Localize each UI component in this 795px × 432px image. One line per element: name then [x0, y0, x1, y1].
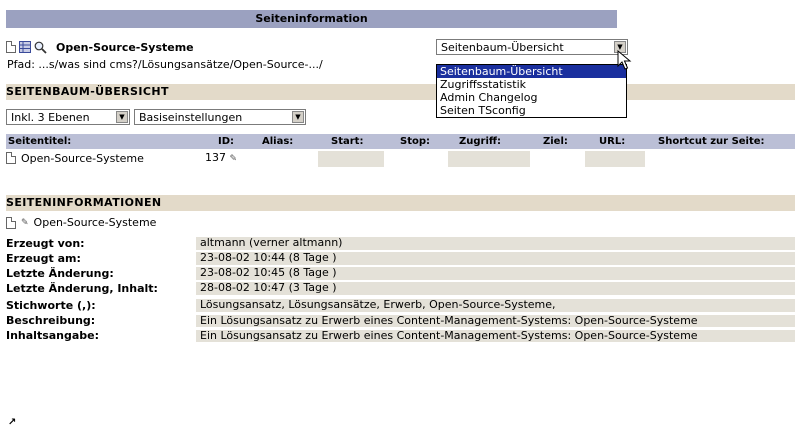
- info-section-heading-label: SEITENINFORMATIONEN: [6, 196, 162, 209]
- info-row: Erzeugt am: 23-08-02 10:44 (8 Tage ): [6, 252, 795, 265]
- info-value: altmann (verner altmann): [196, 237, 795, 250]
- breadcrumb-path: Pfad: ...s/was sind cms?/Lösungsansätze/…: [7, 58, 323, 71]
- chevron-down-icon[interactable]: ▼: [116, 111, 128, 123]
- info-table: Erzeugt von: altmann (verner altmann) Er…: [6, 237, 795, 344]
- info-page-title-row: ✎ Open-Source-Systeme: [6, 216, 156, 229]
- table-icon[interactable]: [19, 41, 31, 53]
- open-new-window-icon[interactable]: ↗: [8, 417, 16, 428]
- page-icon[interactable]: [6, 41, 16, 53]
- info-value: Ein Lösungsansatz zu Erwerb eines Conten…: [196, 329, 795, 342]
- col-start[interactable]: Start:: [331, 134, 363, 149]
- tree-column-header: Seitentitel: ID: Alias: Start: Stop: Zug…: [6, 134, 795, 149]
- page-title-row: Open-Source-Systeme: [6, 39, 194, 55]
- col-alias[interactable]: Alias:: [262, 134, 293, 149]
- zugriff-cell: [448, 151, 530, 167]
- page-title: Open-Source-Systeme: [56, 40, 194, 54]
- info-page-title: Open-Source-Systeme: [33, 216, 157, 229]
- tree-row-id-value: 137: [205, 151, 226, 164]
- start-cell: [318, 151, 384, 167]
- info-row: Beschreibung: Ein Lösungsansatz zu Erwer…: [6, 314, 795, 327]
- depth-select-value: Inkl. 3 Ebenen: [11, 110, 90, 124]
- info-key: Erzeugt am:: [6, 252, 81, 265]
- info-value: Lösungsansatz, Lösungsansätze, Erwerb, O…: [196, 299, 795, 312]
- col-zugriff[interactable]: Zugriff:: [459, 134, 501, 149]
- tree-section-heading: SEITENBAUM-ÜBERSICHT: [6, 84, 795, 100]
- info-key: Beschreibung:: [6, 314, 96, 327]
- info-row: Inhaltsangabe: Ein Lösungsansatz zu Erwe…: [6, 329, 795, 342]
- view-select[interactable]: Seitenbaum-Übersicht ▼: [436, 39, 628, 55]
- info-key: Inhaltsangabe:: [6, 329, 100, 342]
- col-stop[interactable]: Stop:: [400, 134, 430, 149]
- info-row: Letzte Änderung, Inhalt: 28-08-02 10:47 …: [6, 282, 795, 295]
- tree-row-id: 137 ✎: [205, 151, 237, 165]
- chevron-down-icon[interactable]: ▼: [292, 111, 304, 123]
- info-value: 28-08-02 10:47 (3 Tage ): [196, 282, 795, 295]
- dropdown-option-zugriffsstatistik[interactable]: Zugriffsstatistik: [437, 78, 626, 91]
- settings-select-value: Basiseinstellungen: [139, 110, 243, 124]
- magnifier-icon[interactable]: [34, 41, 47, 54]
- info-key: Letzte Änderung, Inhalt:: [6, 282, 158, 295]
- dropdown-option-seitenbaum[interactable]: Seitenbaum-Übersicht: [437, 65, 626, 78]
- settings-select[interactable]: Basiseinstellungen ▼: [134, 109, 306, 125]
- tree-row-title[interactable]: Open-Source-Systeme: [21, 152, 144, 165]
- info-section-heading: SEITENINFORMATIONEN: [6, 195, 795, 211]
- info-value: 23-08-02 10:44 (8 Tage ): [196, 252, 795, 265]
- col-seitentitel[interactable]: Seitentitel:: [8, 134, 71, 149]
- depth-select[interactable]: Inkl. 3 Ebenen ▼: [6, 109, 130, 125]
- edit-icon[interactable]: ✎: [230, 154, 238, 164]
- info-key: Stichworte (,):: [6, 299, 96, 312]
- header-title: Seiteninformation: [255, 12, 368, 25]
- edit-icon[interactable]: ✎: [21, 218, 29, 228]
- info-key: Erzeugt von:: [6, 237, 85, 250]
- dropdown-option-admin-changelog[interactable]: Admin Changelog: [437, 91, 626, 104]
- mouse-cursor-icon: [617, 50, 632, 70]
- col-id[interactable]: ID:: [218, 134, 234, 149]
- info-value: Ein Lösungsansatz zu Erwerb eines Conten…: [196, 314, 795, 327]
- tree-row[interactable]: Open-Source-Systeme: [6, 151, 144, 165]
- info-row: Letzte Änderung: 23-08-02 10:45 (8 Tage …: [6, 267, 795, 280]
- view-select-value: Seitenbaum-Übersicht: [441, 40, 564, 54]
- col-url[interactable]: URL:: [599, 134, 625, 149]
- info-row: Stichworte (,): Lösungsansatz, Lösungsan…: [6, 299, 795, 312]
- info-row: Erzeugt von: altmann (verner altmann): [6, 237, 795, 250]
- info-key: Letzte Änderung:: [6, 267, 114, 280]
- header-bar: Seiteninformation: [6, 10, 617, 28]
- page-icon[interactable]: [6, 216, 16, 229]
- tree-section-heading-label: SEITENBAUM-ÜBERSICHT: [6, 85, 169, 98]
- view-select-dropdown[interactable]: Seitenbaum-Übersicht Zugriffsstatistik A…: [436, 64, 627, 118]
- col-shortcut[interactable]: Shortcut zur Seite:: [658, 134, 765, 149]
- url-cell: [585, 151, 645, 167]
- page-icon[interactable]: [6, 152, 16, 164]
- info-value: 23-08-02 10:45 (8 Tage ): [196, 267, 795, 280]
- dropdown-option-seiten-tsconfig[interactable]: Seiten TSconfig: [437, 104, 626, 117]
- col-ziel[interactable]: Ziel:: [543, 134, 568, 149]
